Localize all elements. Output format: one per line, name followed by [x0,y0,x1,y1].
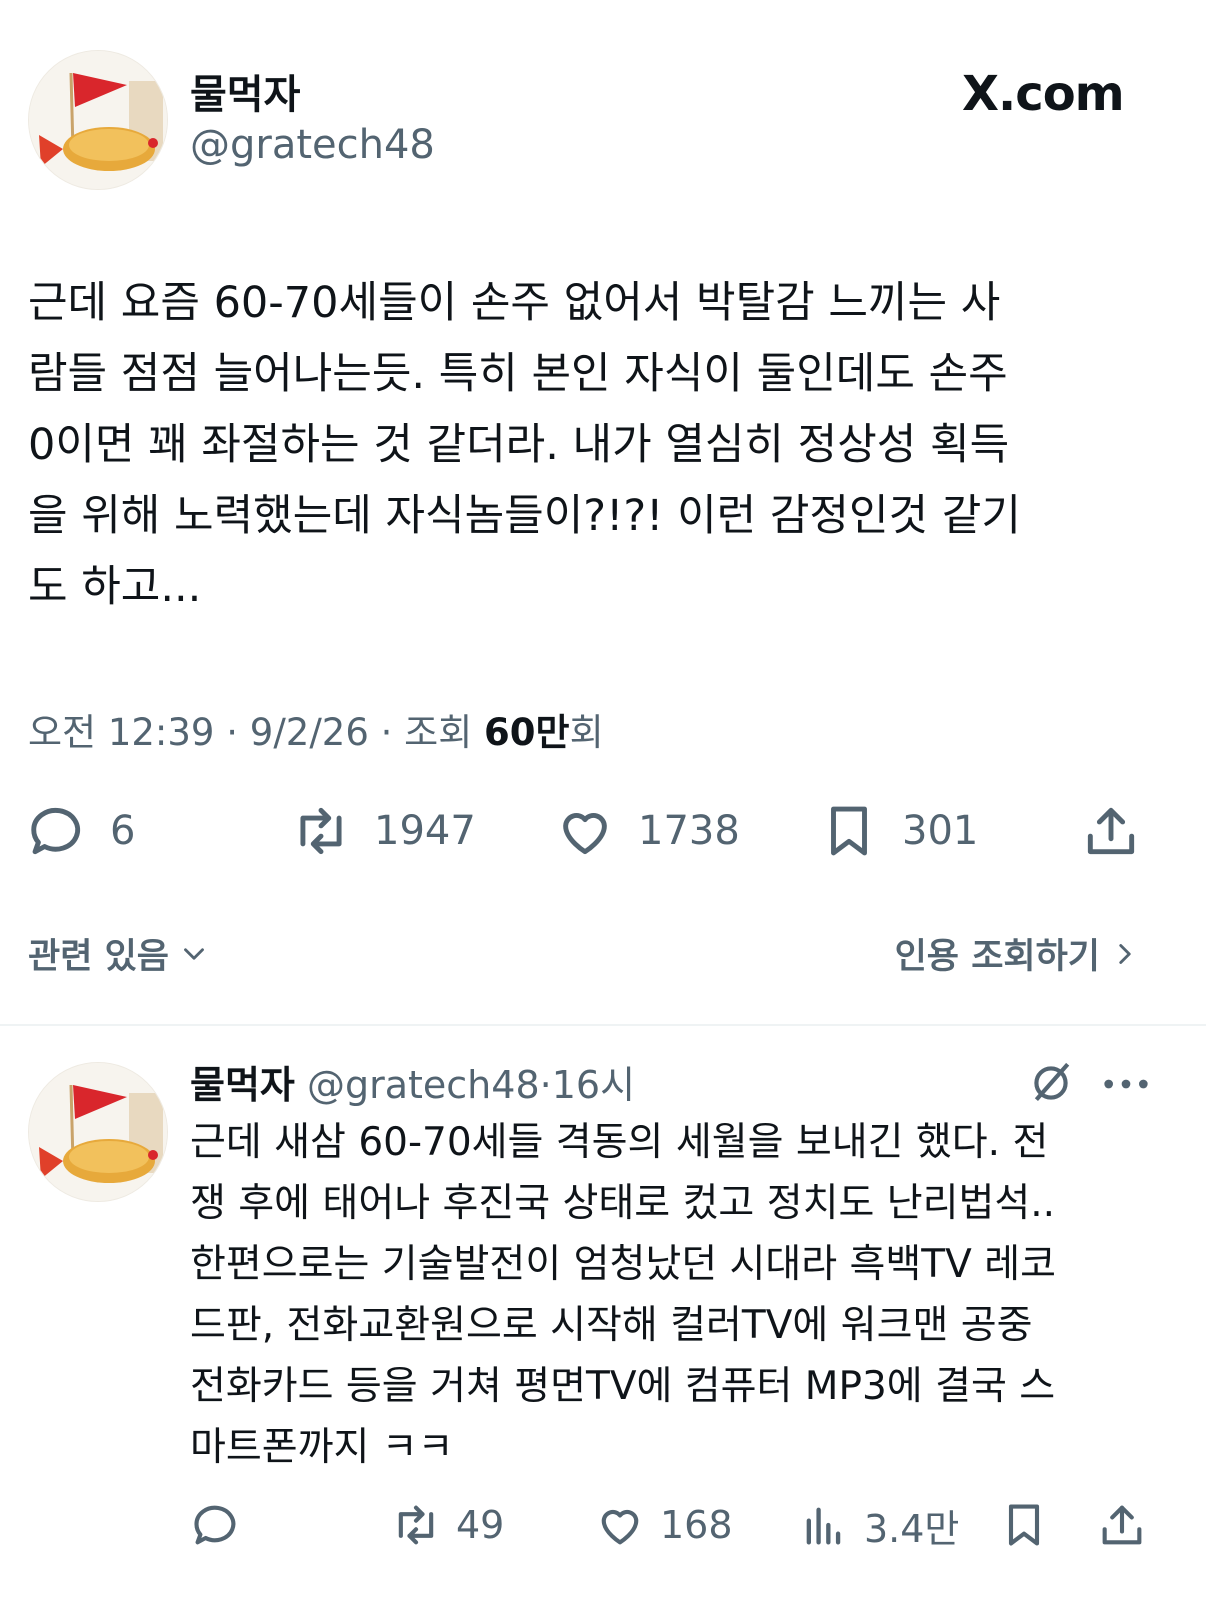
retweet-arrows-icon [300,807,342,855]
views-suffix: 회 [569,711,604,754]
chevron-right-icon [1119,943,1131,964]
reply-bookmark-button[interactable] [998,1497,1050,1553]
reply-header: 물먹자 @gratech48·16시 [190,1054,635,1109]
reply-views-button[interactable]: 3.4만 [798,1497,959,1553]
author-avatar[interactable] [28,50,168,190]
reply-share-button[interactable] [1096,1497,1148,1553]
heart-icon [601,1509,639,1545]
retweet-arrows-icon [398,1505,434,1545]
reply-author-avatar[interactable] [28,1062,168,1202]
reply-count: 6 [110,808,136,854]
views-count: 60만 [484,711,570,754]
reply-text: 근데 새삼 60-70세들 격동의 세월을 보내긴 했다. 전 쟁 후에 태어나… [190,1120,1056,1470]
more-dots-icon [1104,1079,1148,1089]
like-count: 1738 [638,808,740,854]
chevron-down-icon [184,947,204,960]
share-upload-icon [1102,1505,1142,1545]
reply-retweet-count: 49 [456,1503,505,1547]
tweet-text: 근데 요즘 60-70세들이 손주 없어서 박탈감 느끼는 사 람들 점점 늘어… [28,278,1021,612]
meta-separator: · [539,1063,552,1107]
speech-bubble-icon [31,807,81,855]
view-quotes-link[interactable]: 인용 조회하기 [895,928,1142,979]
reply-handle[interactable]: @gratech48 [307,1063,540,1107]
site-logo: X.com [962,66,1125,122]
tweet-meta: 오전 12:39 · 9/2/26 · 조회 60만회 [28,702,604,756]
share-button[interactable] [1080,800,1142,862]
quotes-label: 인용 조회하기 [894,937,1100,977]
speech-bubble-icon [194,1505,236,1545]
author-display-name[interactable]: 물먹자 [190,62,300,120]
more-button[interactable] [1100,1064,1152,1104]
reply-time[interactable]: 16시 [552,1063,635,1107]
fried-shrimp-flag-avatar [29,51,167,189]
reply-like-button[interactable]: 168 [594,1497,733,1553]
bookmark-icon [831,806,867,856]
section-divider [0,1024,1206,1026]
bar-chart-icon [806,1507,841,1545]
tweet-date[interactable]: 9/2/26 [250,711,369,754]
slashed-circle-icon [1034,1062,1070,1102]
reply-retweet-button[interactable]: 49 [390,1497,504,1553]
heart-icon [563,813,607,855]
reply-display-name[interactable]: 물먹자 [190,1063,295,1107]
reply-button[interactable]: 6 [26,800,135,862]
reply-views-count: 3.4만 [864,1506,960,1551]
retweet-button[interactable]: 1947 [290,800,476,862]
bookmark-button[interactable]: 301 [818,800,978,862]
share-upload-icon [1087,807,1135,855]
related-toggle[interactable]: 관련 있음 [28,928,211,979]
reply-reply-button[interactable] [190,1497,242,1553]
author-handle[interactable]: @gratech48 [190,122,435,168]
fried-shrimp-flag-avatar [29,1063,167,1201]
bookmark-count: 301 [902,808,979,854]
like-button[interactable]: 1738 [554,800,740,862]
related-label: 관련 있음 [28,937,169,977]
reply-like-count: 168 [660,1503,733,1547]
views-prefix: 조회 [404,711,473,754]
retweet-count: 1947 [374,808,476,854]
site-logo-text: X.com [962,66,1125,122]
meta-separator: · [380,711,405,754]
meta-separator: · [226,711,250,754]
bookmark-icon [1008,1504,1040,1546]
tweet-time[interactable]: 오전 12:39 [28,711,214,754]
grok-button[interactable] [1026,1058,1076,1108]
